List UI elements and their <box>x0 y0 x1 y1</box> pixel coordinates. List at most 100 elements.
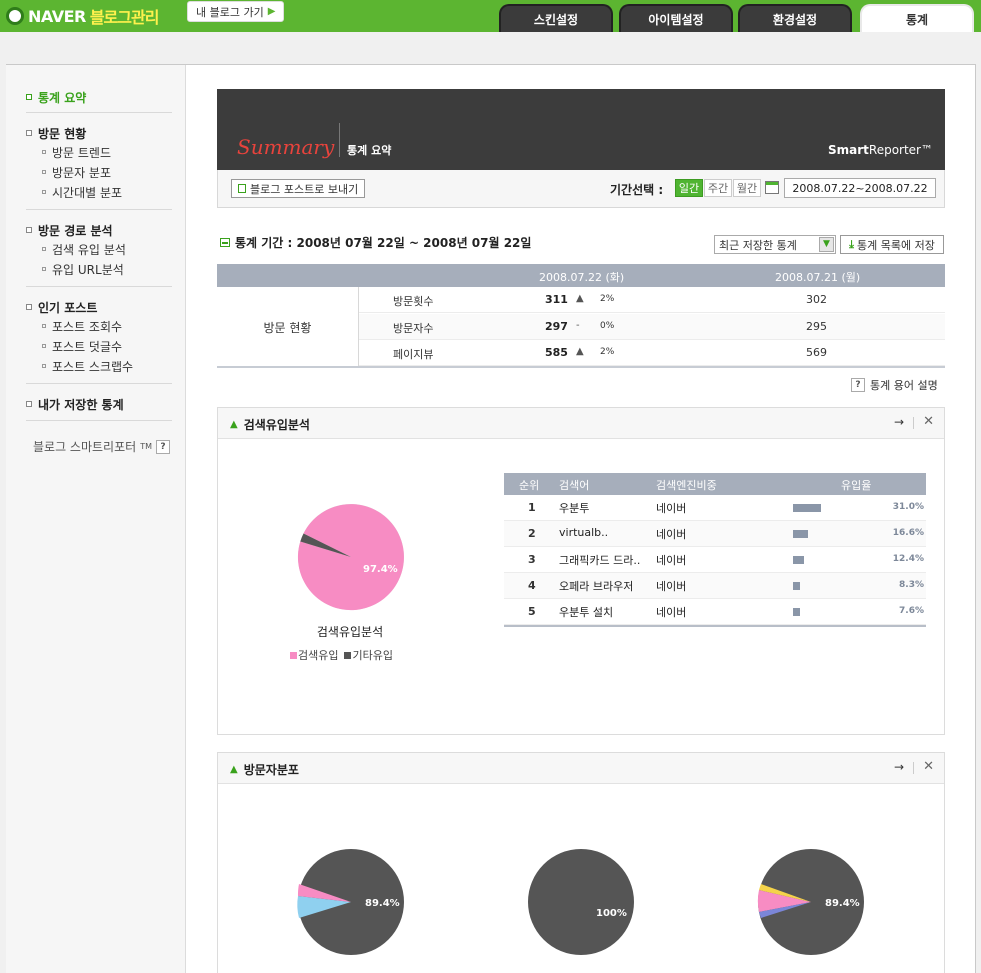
period-monthly-tab[interactable]: 월간 <box>733 179 761 197</box>
collapse-icon: ▲ <box>230 419 238 430</box>
sidebar-item-saved-stats[interactable]: 내가 저장한 통계 <box>26 395 172 413</box>
sidebar-item-visits[interactable]: 방문 현황 <box>26 124 172 142</box>
table-row: 2 virtualb.. 네이버 16.6% <box>504 521 926 547</box>
visitor-pie-chart-3: 89.4% <box>757 849 864 955</box>
sidebar-item-label: 포스트 스크랩수 <box>52 359 134 374</box>
change-percent: 2% <box>600 294 615 304</box>
help-icon: ? <box>851 378 865 392</box>
naver-blog-logo[interactable]: NAVER 블로그관리 <box>6 3 159 29</box>
square-bullet-icon <box>26 94 32 100</box>
previous-value: 569 <box>806 346 827 359</box>
sidebar-item-paths[interactable]: 방문 경로 분석 <box>26 221 172 239</box>
tab-skin[interactable]: 스킨설정 <box>499 4 613 32</box>
search-engine: 네이버 <box>656 502 687 515</box>
arrow-right-icon[interactable]: → <box>894 760 904 774</box>
summary-title: Summary <box>237 135 335 159</box>
trademark-mark: TM <box>140 442 152 451</box>
sidebar-item-post-scraps[interactable]: 포스트 스크랩수 <box>26 356 172 376</box>
sidebar-item-label: 방문자 분포 <box>52 165 112 180</box>
saved-stats-select[interactable]: 최근 저장한 통계 ▼ <box>714 235 836 254</box>
control-bar: 블로그 포스트로 보내기 기간선택 : 일간 주간 월간 2008.07.22~… <box>217 170 945 208</box>
logo-icon <box>6 7 24 25</box>
search-keyword: 우분투 설치 <box>559 606 614 619</box>
sidebar-item-post-comments[interactable]: 포스트 덧글수 <box>26 336 172 356</box>
arrow-right-icon[interactable]: → <box>894 415 904 429</box>
rank-number: 2 <box>528 527 536 540</box>
divider <box>339 123 340 157</box>
calendar-icon[interactable] <box>765 181 779 194</box>
search-inflow-pie-chart: 97.4% <box>297 504 404 611</box>
panel-title[interactable]: ▲ 방문자분포 <box>230 761 299 778</box>
dot-bullet-icon <box>42 267 46 271</box>
search-keyword-table: 순위 검색어 검색엔진비중 유입율 1 우분투 네이버 31.0% 2 virtualb.… <box>504 473 926 627</box>
sidebar-item-summary[interactable]: 통계 요약 <box>26 88 172 106</box>
panel-header: ▲ 방문자분포 → ✕ <box>218 753 944 784</box>
chevron-right-icon: ▶ <box>267 6 276 17</box>
sidebar-item-visitor-distribution[interactable]: 방문자 분포 <box>26 162 172 182</box>
sidebar-item-url-inflow[interactable]: 유입 URL분석 <box>26 259 172 279</box>
sidebar-item-search-inflow[interactable]: 검색 유입 분석 <box>26 239 172 259</box>
tab-stats[interactable]: 통계 <box>860 4 974 32</box>
visitor-pie-chart-2: 100% <box>528 849 634 955</box>
share-percent: 12.4% <box>892 554 924 564</box>
visitor-pie-chart-1: 89.4% <box>297 849 404 955</box>
sidebar-item-label: 검색 유입 분석 <box>52 242 126 257</box>
download-icon: ⤓ <box>849 237 855 251</box>
table-row: 4 오페라 브라우저 네이버 8.3% <box>504 573 926 599</box>
collapse-icon: ▲ <box>230 764 238 775</box>
smart-reporter-link[interactable]: 블로그 스마트리포터 TM ? <box>33 438 170 455</box>
period-daily-tab[interactable]: 일간 <box>675 179 703 197</box>
minus-box-icon <box>220 238 230 247</box>
column-header-engine: 검색엔진비중 <box>656 479 717 492</box>
top-bar: NAVER 블로그관리 내 블로그 가기 ▶ 스킨설정 아이템설정 환경설정 통… <box>0 0 981 32</box>
legend-search: 검색유입 <box>290 647 338 663</box>
table-row: 1 우분투 네이버 31.0% <box>504 495 926 521</box>
search-keyword: 그래픽카드 드라.. <box>559 554 641 567</box>
sidebar-item-label: 내가 저장한 통계 <box>38 397 124 412</box>
tab-item[interactable]: 아이템설정 <box>619 4 733 32</box>
sidebar-item-label: 방문 현황 <box>38 126 87 141</box>
search-keyword: virtualb.. <box>559 526 609 539</box>
share-bar <box>793 582 801 590</box>
panel-title[interactable]: ▲ 검색유입분석 <box>230 416 310 433</box>
save-to-list-button[interactable]: ⤓ 통계 목록에 저장 <box>840 235 944 254</box>
close-icon[interactable]: ✕ <box>923 414 934 429</box>
pie-percent-label: 100% <box>596 908 627 919</box>
stat-terms-help-link[interactable]: ? 통계 용어 설명 <box>851 377 938 393</box>
sidebar-summary-group: 통계 요약 <box>26 88 172 113</box>
sidebar-group-popular: 인기 포스트 포스트 조회수 포스트 덧글수 포스트 스크랩수 <box>26 298 172 384</box>
sidebar-item-post-views[interactable]: 포스트 조회수 <box>26 316 172 336</box>
pie-percent-label: 89.4% <box>365 898 400 909</box>
send-to-post-label: 블로그 포스트로 보내기 <box>250 182 359 196</box>
previous-value: 295 <box>806 320 827 333</box>
legend-label: 검색유입 <box>298 649 339 662</box>
table-header: 2008.07.22 (화) 2008.07.21 (월) <box>217 264 945 287</box>
sidebar-item-visit-trend[interactable]: 방문 트렌드 <box>26 142 172 162</box>
divider <box>913 417 914 429</box>
date-range-input[interactable]: 2008.07.22~2008.07.22 <box>784 178 936 198</box>
help-icon[interactable]: ? <box>155 439 170 454</box>
period-weekly-tab[interactable]: 주간 <box>704 179 732 197</box>
share-bar <box>793 608 800 616</box>
share-percent: 7.6% <box>899 606 924 616</box>
summary-subtitle: 통계 요약 <box>347 144 392 157</box>
search-engine: 네이버 <box>656 528 687 541</box>
sidebar-group-visits: 방문 현황 방문 트렌드 방문자 분포 시간대별 분포 <box>26 124 172 210</box>
panel-title-label: 검색유입분석 <box>243 418 310 432</box>
send-to-post-button[interactable]: 블로그 포스트로 보내기 <box>231 179 366 198</box>
my-blog-button[interactable]: 내 블로그 가기 ▶ <box>187 1 285 22</box>
table-row: 페이지뷰 585 ▲ 2% 569 <box>359 340 945 366</box>
column-header-rank: 순위 <box>519 479 540 492</box>
sidebar-item-popular[interactable]: 인기 포스트 <box>26 298 172 316</box>
tab-settings[interactable]: 환경설정 <box>738 4 852 32</box>
close-icon[interactable]: ✕ <box>923 759 934 774</box>
legend-other: 기타유입 <box>344 647 393 663</box>
saved-stats-value: 최근 저장한 통계 <box>719 238 797 252</box>
sidebar-item-time-distribution[interactable]: 시간대별 분포 <box>26 182 172 202</box>
pie-legend: 검색유입 기타유입 <box>290 647 393 663</box>
sidebar-item-label: 포스트 조회수 <box>52 319 123 334</box>
dot-bullet-icon <box>42 247 46 251</box>
change-percent: 2% <box>600 347 615 357</box>
document-icon <box>238 184 246 193</box>
stat-terms-label: 통계 용어 설명 <box>870 379 938 392</box>
